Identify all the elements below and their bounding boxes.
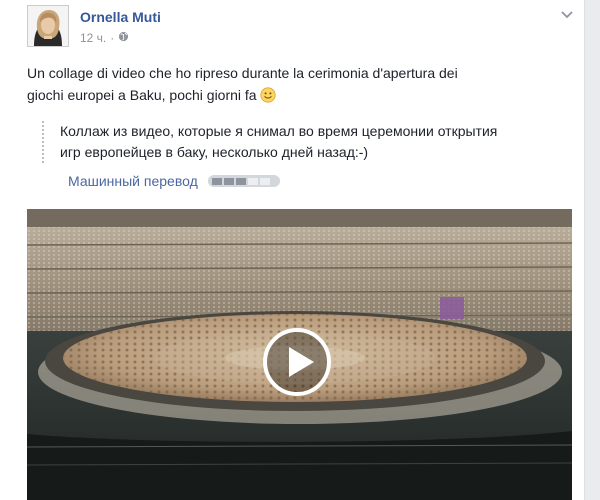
- meta-separator: ·: [110, 31, 115, 45]
- post-timestamp[interactable]: 12 ч.: [80, 31, 106, 45]
- translation-line: игр европейцев в баку, несколько дней на…: [60, 144, 369, 160]
- rating-segment: [259, 177, 270, 185]
- rating-segment: [247, 177, 258, 185]
- post-text-line: giochi europei a Baku, pochi giorni fa: [27, 84, 572, 109]
- rating-segment: [211, 177, 222, 185]
- post-text-line: Un collage di video che ho ripreso duran…: [27, 65, 458, 81]
- facebook-post: Ornella Muti 12 ч. · Un collage di video…: [0, 0, 600, 500]
- smile-emoji-icon: [259, 87, 276, 109]
- translation-block: Коллаж из видео, которые я снимал во вре…: [42, 121, 595, 163]
- machine-translation-link[interactable]: Машинный перевод: [68, 173, 198, 189]
- author-avatar[interactable]: [27, 5, 69, 47]
- scrollbar[interactable]: [584, 0, 600, 500]
- machine-translation-row: Машинный перевод: [68, 173, 280, 189]
- chevron-down-icon[interactable]: [560, 8, 574, 22]
- post-text: Un collage di video che ho ripreso duran…: [27, 62, 572, 109]
- rating-segment: [235, 177, 246, 185]
- post-meta: 12 ч. ·: [80, 31, 129, 45]
- video-player[interactable]: [27, 209, 572, 500]
- globe-icon[interactable]: [118, 31, 129, 45]
- translation-line: Коллаж из видео, которые я снимал во вре…: [60, 123, 498, 139]
- rating-segment: [223, 177, 234, 185]
- play-icon[interactable]: [262, 327, 332, 397]
- author-name[interactable]: Ornella Muti: [80, 9, 161, 25]
- post-text-line-content: giochi europei a Baku, pochi giorni fa: [27, 87, 257, 103]
- translation-rating-icon[interactable]: [207, 175, 280, 187]
